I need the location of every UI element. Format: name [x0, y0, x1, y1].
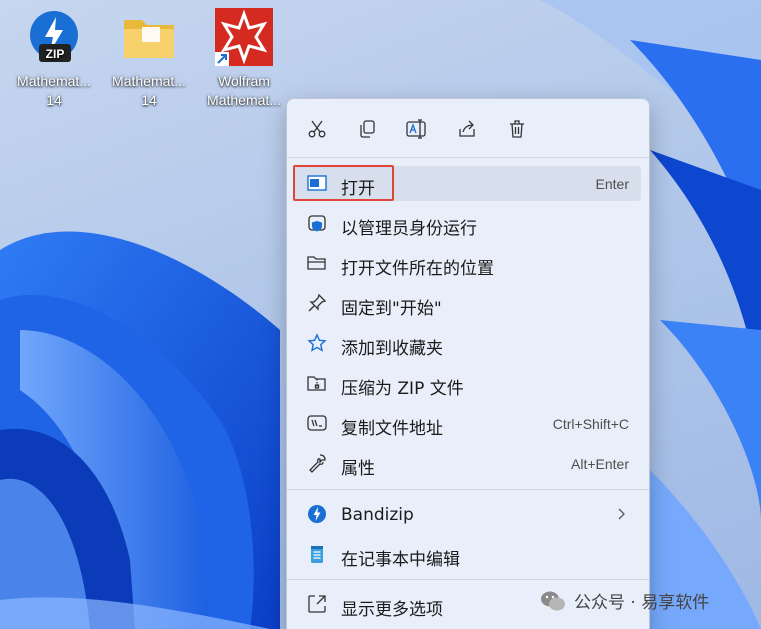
menu-item-properties[interactable]: 属性 Alt+Enter: [293, 446, 641, 481]
watermark-text: 公众号 · 易享软件: [574, 593, 710, 613]
copy-button[interactable]: [351, 115, 383, 143]
menu-item-copy-path[interactable]: 复制文件地址 Ctrl+Shift+C: [293, 406, 641, 441]
rename-button[interactable]: [400, 115, 432, 143]
menu-item-run-as-admin[interactable]: 以管理员身份运行: [293, 206, 641, 241]
desktop-icon-label: Wolfram: [218, 73, 270, 89]
separator: [287, 157, 649, 158]
desktop-icon-label: Mathemat...: [17, 73, 91, 89]
menu-item-open-file-location[interactable]: 打开文件所在的位置: [293, 246, 641, 281]
menu-item-label: 打开文件所在的位置: [341, 259, 494, 279]
show-more-icon: [307, 594, 327, 614]
menu-item-bandizip[interactable]: Bandizip: [293, 497, 641, 532]
folder-icon: [120, 8, 178, 66]
menu-item-shortcut: Enter: [595, 176, 629, 192]
menu-item-shortcut: Ctrl+Shift+C: [552, 416, 629, 432]
bandizip-zip-icon: ZIP: [25, 8, 83, 66]
menu-item-label: 在记事本中编辑: [341, 550, 460, 570]
separator: [287, 579, 649, 580]
pin-icon: [307, 293, 327, 313]
wechat-icon: [541, 591, 565, 610]
menu-item-pin-to-start[interactable]: 固定到"开始": [293, 286, 641, 321]
cut-button[interactable]: [301, 115, 333, 143]
desktop: ZIP Mathemat... 14 Mathemat... 14 Wolfra…: [0, 0, 761, 629]
desktop-icon-sublabel: 14: [46, 92, 62, 108]
menu-item-add-to-favorites[interactable]: 添加到收藏夹: [293, 326, 641, 361]
copy-path-icon: [307, 413, 327, 433]
share-icon: [459, 120, 475, 137]
bandizip-icon: [307, 504, 327, 524]
desktop-icon-mathematica-zip[interactable]: ZIP Mathemat... 14: [8, 8, 100, 110]
menu-item-label: 属性: [341, 459, 375, 479]
context-menu-toolbar: [287, 99, 649, 159]
wolfram-mathematica-icon: [215, 8, 273, 66]
wrench-icon: [307, 453, 327, 473]
menu-item-shortcut: Alt+Enter: [571, 456, 629, 472]
highlight-box: [293, 165, 394, 201]
menu-item-label: 以管理员身份运行: [341, 219, 477, 239]
menu-item-label: 添加到收藏夹: [341, 339, 443, 359]
menu-item-label: 复制文件地址: [341, 419, 443, 439]
menu-item-label: 固定到"开始": [341, 299, 442, 319]
menu-item-label: 显示更多选项: [341, 600, 443, 620]
admin-shield-icon: [307, 213, 327, 233]
rename-icon: [406, 119, 426, 139]
desktop-icon-mathematica-folder[interactable]: Mathemat... 14: [103, 8, 195, 110]
delete-button[interactable]: [501, 115, 533, 143]
copy-icon: [360, 120, 375, 138]
desktop-icon-wolfram-mathematica[interactable]: Wolfram Mathemat...: [198, 8, 290, 110]
separator: [287, 489, 649, 490]
desktop-icon-sublabel: Mathemat...: [207, 92, 281, 108]
watermark: 公众号 · 易享软件: [540, 588, 709, 613]
desktop-icon-sublabel: 14: [141, 92, 157, 108]
share-button[interactable]: [451, 115, 483, 143]
menu-item-label: 压缩为 ZIP 文件: [341, 379, 464, 399]
folder-open-icon: [307, 253, 327, 273]
star-icon: [307, 333, 327, 353]
notepad-icon: [307, 544, 327, 564]
delete-icon: [510, 120, 524, 138]
cut-icon: [308, 120, 326, 138]
menu-item-compress-zip[interactable]: 压缩为 ZIP 文件: [293, 366, 641, 401]
desktop-icon-label: Mathemat...: [112, 73, 186, 89]
context-menu: 打开 Enter 以管理员身份运行 打开文件所在的位置 固定到"开始" 添加到收…: [286, 98, 650, 629]
chevron-right-icon: [615, 506, 627, 527]
svg-text:ZIP: ZIP: [46, 47, 65, 61]
menu-item-edit-in-notepad[interactable]: 在记事本中编辑: [293, 537, 641, 572]
zip-folder-icon: [307, 373, 327, 393]
menu-item-label: Bandizip: [341, 505, 414, 525]
